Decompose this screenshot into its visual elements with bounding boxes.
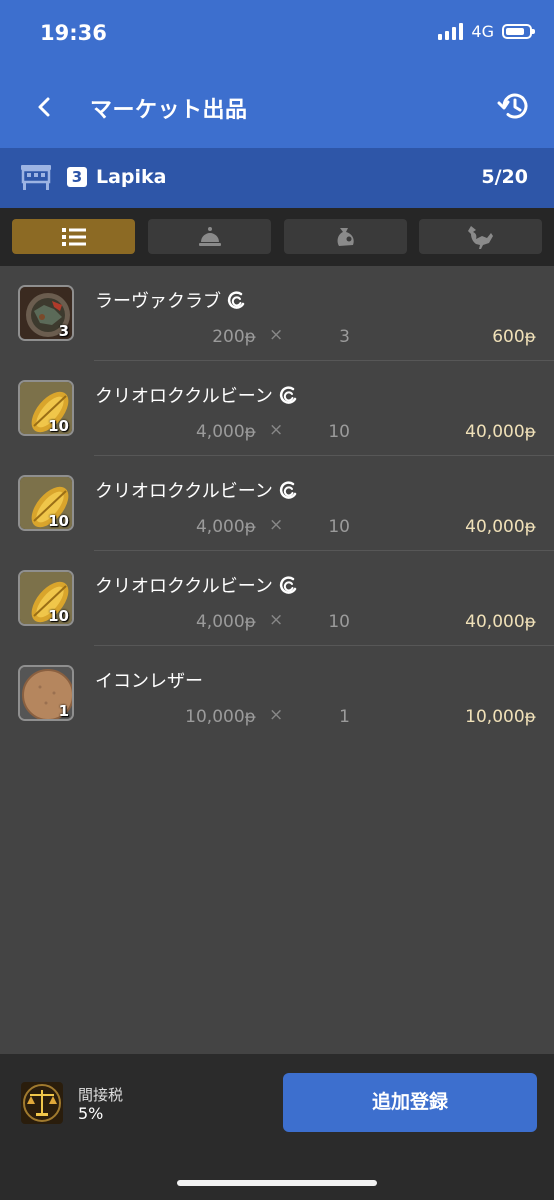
total-price: 40,000ᵽ — [465, 517, 536, 537]
listing-row[interactable]: 1 イコンレザー 10,000ᵽ × 1 10,000ᵽ — [0, 646, 554, 741]
hq-icon — [227, 291, 245, 309]
page-title: マーケット出品 — [90, 98, 248, 123]
multiply-sign: × — [269, 420, 284, 440]
item-name: クリオロククルビーン — [95, 576, 273, 597]
item-count: 10 — [328, 612, 350, 632]
listing-row[interactable]: 10 クリオロククルビーン 4,000ᵽ × 10 40,000ᵽ — [0, 361, 554, 456]
hq-icon — [279, 576, 297, 594]
hq-icon — [279, 386, 297, 404]
item-name: ラーヴァクラブ — [95, 291, 221, 312]
item-name-wrap: ラーヴァクラブ — [95, 287, 245, 313]
total-price: 40,000ᵽ — [465, 422, 536, 442]
item-thumbnail: 10 — [18, 570, 74, 626]
listing-count: 5/20 — [481, 166, 528, 188]
item-count: 1 — [339, 707, 350, 727]
item-name-wrap: クリオロククルビーン — [95, 572, 297, 598]
listing-row[interactable]: 10 クリオロククルビーン 4,000ᵽ × 10 40,000ᵽ — [0, 456, 554, 551]
listing-row[interactable]: 10 クリオロククルビーン 4,000ᵽ × 10 40,000ᵽ — [0, 551, 554, 646]
total-price: 10,000ᵽ — [465, 707, 536, 727]
retainer-stall-icon — [21, 165, 51, 190]
item-thumbnail: 10 — [18, 380, 74, 436]
multiply-sign: × — [269, 515, 284, 535]
item-name-wrap: クリオロククルビーン — [95, 382, 297, 408]
hq-icon — [279, 481, 297, 499]
item-name-wrap: クリオロククルビーン — [95, 477, 297, 503]
add-listing-button[interactable]: 追加登録 — [283, 1073, 537, 1132]
item-name-wrap: イコンレザー — [95, 667, 203, 693]
item-quantity-badge: 1 — [58, 702, 69, 720]
list-icon — [61, 227, 86, 246]
bell-icon — [198, 226, 221, 246]
item-quantity-badge: 10 — [48, 417, 69, 435]
item-thumbnail: 3 — [18, 285, 74, 341]
unit-price: 4,000ᵽ — [195, 612, 256, 632]
total-price: 600ᵽ — [492, 327, 536, 347]
retainer-name: Lapika — [96, 166, 167, 188]
item-count: 3 — [339, 327, 350, 347]
listing-row[interactable]: 3 ラーヴァクラブ 200ᵽ × 3 600ᵽ — [0, 266, 554, 361]
item-count: 10 — [328, 422, 350, 442]
bag-icon — [337, 227, 354, 246]
status-indicators: 4G — [438, 22, 535, 41]
battery-icon — [502, 24, 535, 39]
home-indicator[interactable] — [177, 1180, 377, 1186]
item-quantity-badge: 10 — [48, 512, 69, 530]
tab-listings[interactable] — [12, 219, 135, 254]
back-button[interactable] — [30, 90, 60, 124]
tab-chocobo-saddlebag[interactable] — [419, 219, 542, 254]
chocobo-icon — [467, 225, 493, 249]
network-type: 4G — [471, 22, 494, 41]
retainer-number-badge: 3 — [67, 167, 87, 187]
item-thumbnail: 10 — [18, 475, 74, 531]
total-price: 40,000ᵽ — [465, 612, 536, 632]
item-name: クリオロククルビーン — [95, 481, 273, 502]
item-quantity-badge: 3 — [58, 322, 69, 340]
tab-inventory-bag[interactable] — [284, 219, 407, 254]
item-count: 10 — [328, 517, 350, 537]
history-icon — [497, 93, 528, 119]
item-quantity-badge: 10 — [48, 607, 69, 625]
multiply-sign: × — [269, 610, 284, 630]
unit-price: 4,000ᵽ — [195, 517, 256, 537]
item-name: イコンレザー — [95, 671, 203, 692]
tax-label: 間接税 — [78, 1086, 124, 1104]
item-name: クリオロククルビーン — [95, 386, 273, 407]
history-button[interactable] — [496, 89, 530, 123]
unit-price: 10,000ᵽ — [185, 707, 256, 727]
unit-price: 200ᵽ — [212, 327, 256, 347]
scales-icon — [21, 1082, 63, 1124]
tax-rate: 5% — [78, 1104, 104, 1123]
chevron-left-icon — [38, 97, 50, 117]
multiply-sign: × — [269, 705, 284, 725]
status-time: 19:36 — [40, 21, 107, 45]
item-thumbnail: 1 — [18, 665, 74, 721]
tab-sales-bell[interactable] — [148, 219, 271, 254]
unit-price: 4,000ᵽ — [195, 422, 256, 442]
multiply-sign: × — [269, 325, 284, 345]
signal-icon — [438, 23, 464, 40]
